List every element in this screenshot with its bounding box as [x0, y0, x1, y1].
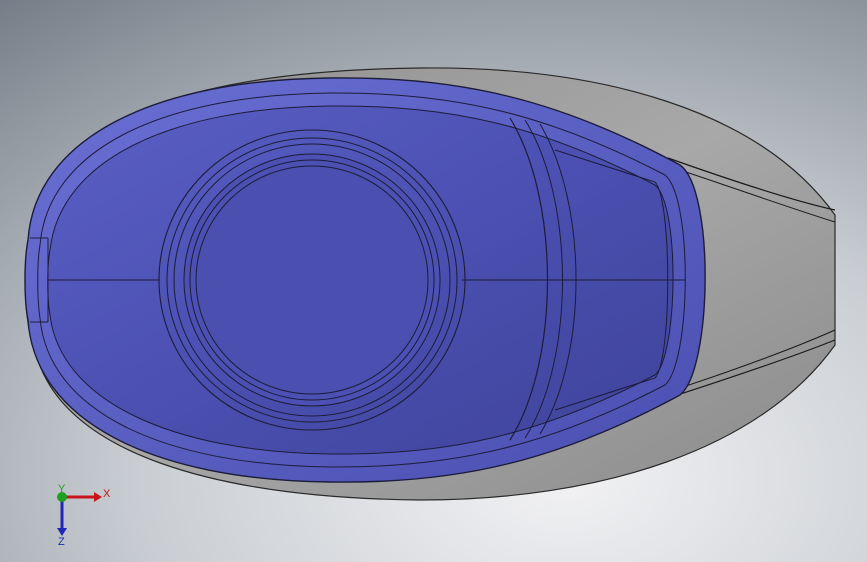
selected-face[interactable]: [24, 77, 706, 483]
triad-y-label: Y: [58, 483, 66, 495]
triad-x-label: X: [103, 488, 111, 500]
triad-z-label: Z: [58, 536, 65, 548]
model-view[interactable]: X Z Y: [0, 0, 867, 562]
graphics-viewport[interactable]: X Z Y: [0, 0, 867, 562]
boss-ring-6: [195, 165, 429, 395]
